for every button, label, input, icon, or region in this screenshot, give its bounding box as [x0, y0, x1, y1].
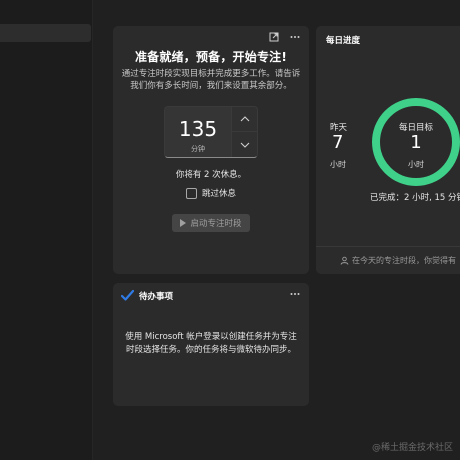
feedback-icon [340, 256, 349, 265]
chevron-up-icon [240, 116, 250, 122]
start-button-label: 启动专注时段 [190, 219, 242, 229]
focus-session-card: 准备就绪，预备，开始专注! 通过专注时段实现目标并完成更多工作。请告诉我们你有多… [113, 26, 309, 274]
yesterday-unit: 小时 [330, 160, 346, 169]
chevron-down-icon [240, 142, 250, 148]
breaks-info: 你将有 2 次休息。 [175, 170, 247, 180]
skip-break-option[interactable]: 跳过休息 [186, 187, 236, 199]
todo-card: 待办事项 使用 Microsoft 帐户登录以创建任务并为专注时段选择任务。你的… [113, 283, 309, 406]
yesterday-value: 7 [332, 132, 344, 153]
focus-card-header-actions [268, 31, 301, 43]
daily-feedback-prompt[interactable]: 在今天的专注时段，你觉得有 [340, 255, 456, 266]
todo-check-icon [121, 289, 134, 301]
duration-minutes-unit: 分钟 [191, 145, 205, 153]
duration-stepper[interactable]: 135 分钟 [164, 106, 258, 158]
duration-value-box[interactable]: 135 分钟 [165, 107, 231, 157]
skip-break-label: 跳过休息 [202, 189, 237, 199]
todo-card-header-actions [289, 288, 301, 300]
more-options-icon[interactable] [289, 31, 301, 43]
daily-feedback-text: 在今天的专注时段，你觉得有 [352, 256, 456, 265]
todo-card-title: 待办事项 [139, 292, 174, 302]
skip-break-checkbox[interactable] [186, 187, 197, 199]
daily-goal-value: 1 [410, 132, 422, 153]
daily-progress-card: 每日进度 昨天 7 小时 每日目标 1 小时 已完成：2 小时, 15 分钟 在… [316, 26, 460, 274]
daily-progress-title: 每日进度 [326, 36, 361, 46]
todo-signin-message: 使用 Microsoft 帐户登录以创建任务并为专注时段选择任务。你的任务将与微… [125, 332, 297, 355]
play-icon [180, 219, 187, 227]
watermark: @稀土掘金技术社区 [372, 443, 454, 453]
daily-goal-unit: 小时 [408, 160, 424, 169]
focus-card-description: 通过专注时段实现目标并完成更多工作。请告诉我们你有多长时间，我们来设置其余部分。 [121, 69, 301, 91]
duration-minutes-value: 135 [178, 117, 218, 141]
sidebar [0, 0, 93, 460]
divider [316, 246, 460, 247]
compact-mode-icon[interactable] [268, 31, 280, 43]
sidebar-selected-item[interactable] [0, 24, 91, 42]
increase-duration-button[interactable] [231, 107, 257, 132]
more-options-icon[interactable] [289, 288, 301, 300]
decrease-duration-button[interactable] [231, 132, 257, 157]
completed-time: 已完成：2 小时, 15 分钟 [370, 193, 460, 203]
start-focus-session-button[interactable]: 启动专注时段 [172, 214, 250, 232]
focus-card-title: 准备就绪，预备，开始专注! [134, 50, 288, 64]
